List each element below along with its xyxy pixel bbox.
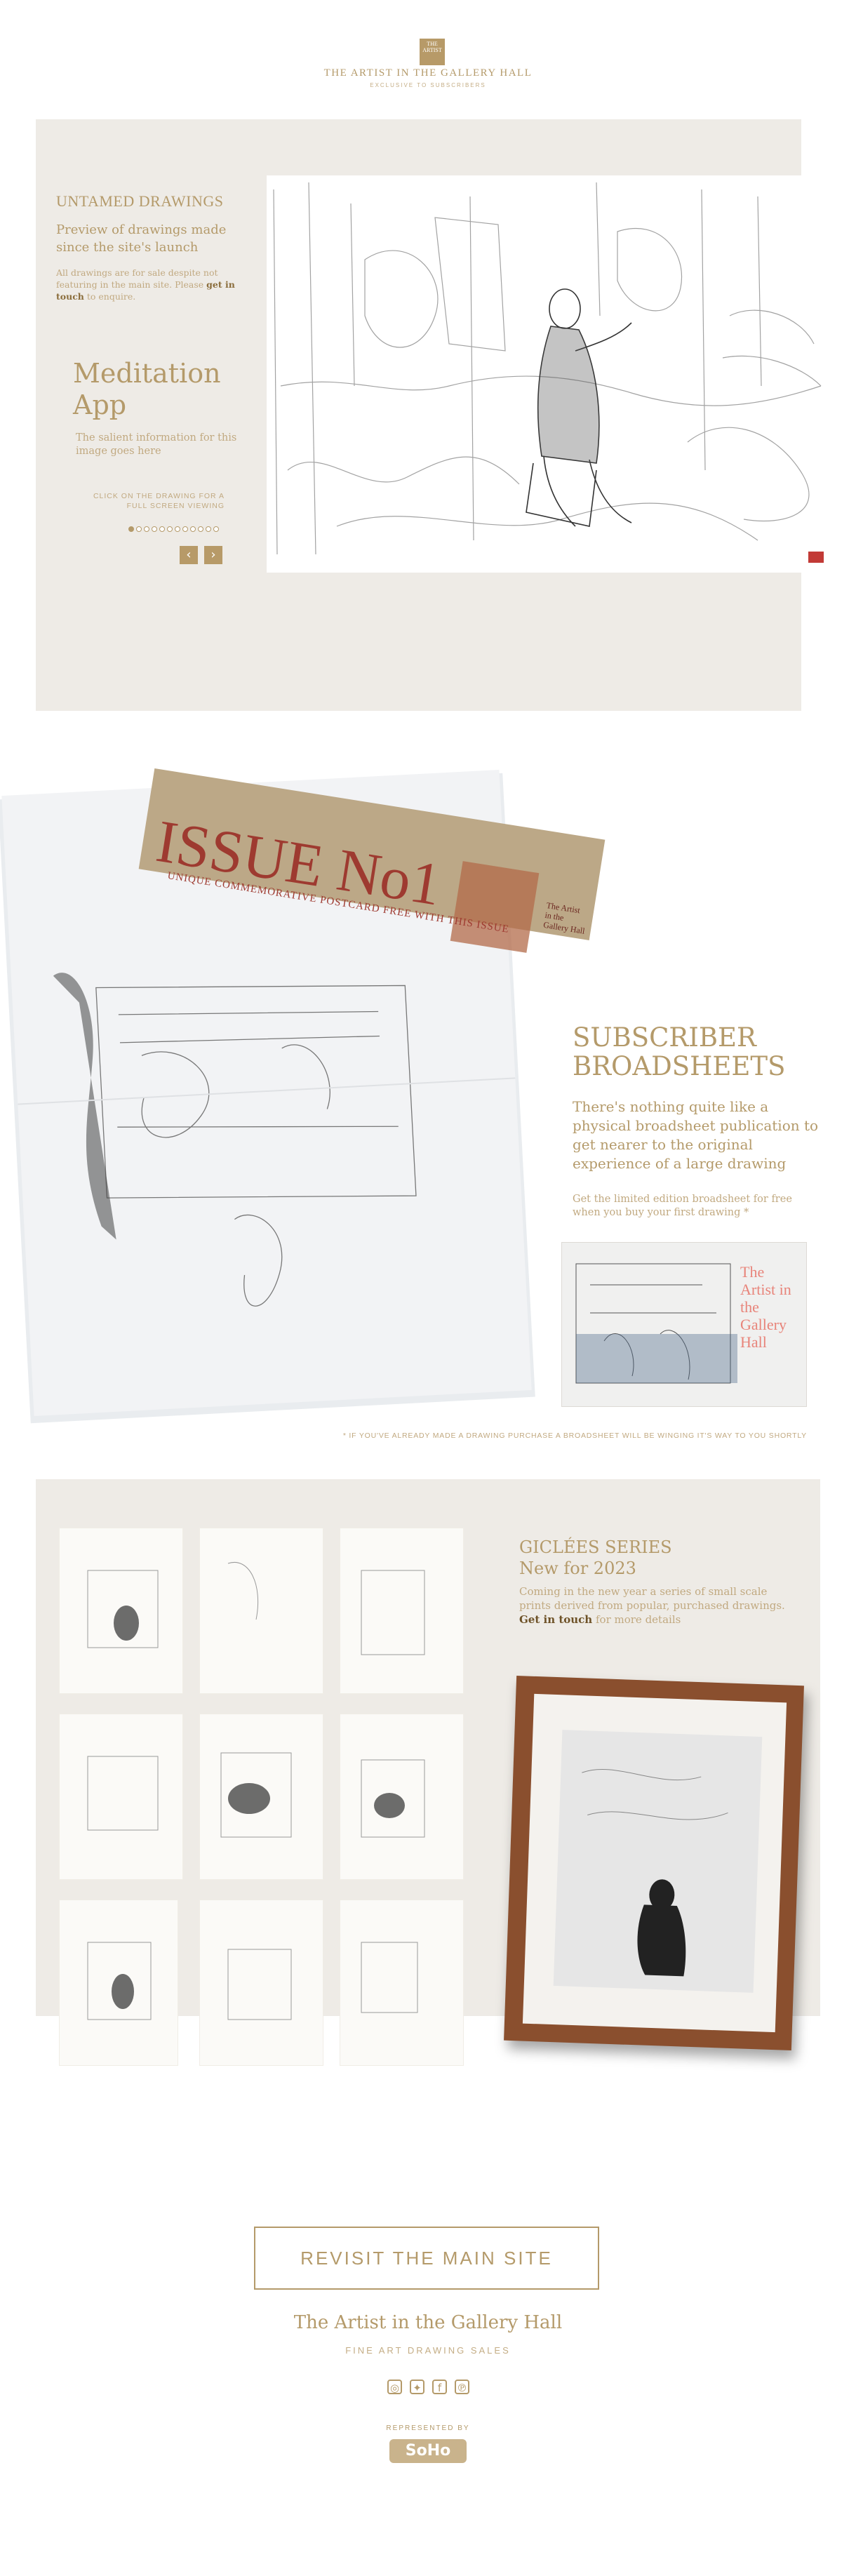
footer-title: The Artist in the Gallery Hall (293, 2312, 563, 2333)
fullscreen-hint: CLICK ON THE DRAWING FOR A FULL SCREEN V… (93, 492, 225, 510)
drawing-carousel-image[interactable] (267, 175, 830, 573)
broadsheet-footnote: * IF YOU'VE ALREADY MADE A DRAWING PURCH… (342, 1432, 807, 1440)
carousel-dot[interactable] (136, 526, 142, 532)
section-heading: SUBSCRIBER BROADSHEETS (573, 1022, 786, 1081)
drawing-caption: The salient information for this image g… (76, 432, 237, 457)
section-heading: UNTAMED DRAWINGS (56, 192, 224, 210)
carousel-dot[interactable] (167, 526, 173, 532)
representative-logo[interactable]: SoHo (389, 2439, 467, 2463)
section-lead: Coming in the new year a series of small… (519, 1585, 785, 1626)
carousel-dot[interactable] (152, 526, 157, 532)
pinterest-icon[interactable]: ℗ (455, 2380, 469, 2394)
carousel-dot[interactable] (159, 526, 165, 532)
artist-seal (808, 552, 824, 563)
section-lead: There's nothing quite like a physical br… (573, 1098, 819, 1172)
carousel-prev-button[interactable]: ‹ (180, 546, 198, 564)
carousel-dots (128, 526, 219, 532)
twitter-icon[interactable]: ✦ (410, 2380, 424, 2394)
drawing-title: Meditation App (73, 358, 221, 420)
section-lead: Preview of drawings made since the site'… (56, 222, 227, 255)
carousel-dot[interactable] (198, 526, 203, 532)
site-subtitle: EXCLUSIVE TO SUBSCRIBERS (370, 82, 486, 88)
instagram-icon[interactable]: ◎ (387, 2380, 402, 2394)
carousel-dot[interactable] (182, 526, 188, 532)
carousel-next-button[interactable]: › (204, 546, 222, 564)
site-title: THE ARTIST IN THE GALLERY HALL (323, 67, 533, 79)
chevron-left-icon: ‹ (186, 547, 192, 562)
section-note: Get the limited edition broadsheet for f… (573, 1194, 792, 1218)
framed-print-artwork (553, 1730, 763, 1993)
logo-text: THE ARTIST (422, 41, 442, 53)
get-in-touch-link[interactable]: Get in touch (519, 1613, 592, 1626)
carousel-dot[interactable] (128, 526, 134, 532)
footer-subtitle: FINE ART DRAWING SALES (345, 2345, 511, 2356)
carousel-dot[interactable] (206, 526, 211, 532)
section-heading: GICLÉES SERIES New for 2023 (519, 1537, 672, 1578)
revisit-main-site-button[interactable]: REVISIT THE MAIN SITE (254, 2227, 599, 2290)
carousel-dot[interactable] (144, 526, 149, 532)
giclee-sketches (87, 1562, 425, 2020)
site-logo[interactable]: THE ARTIST (420, 39, 445, 65)
represented-by-label: REPRESENTED BY (386, 2424, 470, 2432)
facebook-icon[interactable]: f (432, 2380, 447, 2394)
carousel-dot[interactable] (190, 526, 196, 532)
carousel-dot[interactable] (213, 526, 219, 532)
broadsheet-photo-title: The Artist in the Gallery Hall (740, 1263, 791, 1351)
section-note: All drawings are for sale despite not fe… (56, 267, 235, 302)
social-links: ◎ ✦ f ℗ (387, 2380, 469, 2394)
carousel-dot[interactable] (175, 526, 180, 532)
chevron-right-icon: › (210, 547, 216, 562)
